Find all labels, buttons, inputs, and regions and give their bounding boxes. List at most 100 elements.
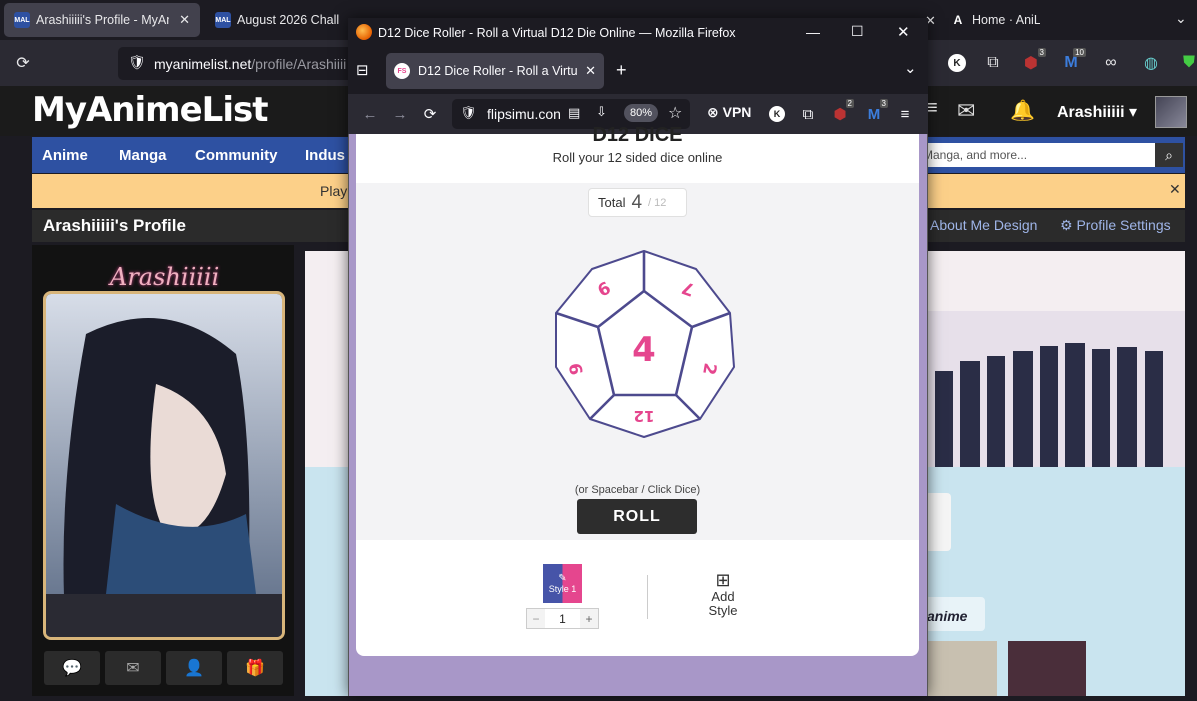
decrement-button[interactable]: −: [527, 609, 545, 628]
puzzle-extensions-icon[interactable]: ⧉: [796, 101, 820, 127]
total-label: Total: [598, 195, 626, 210]
shield-icon: 🛡: [460, 105, 477, 120]
total-display: Total 4 / 12: [588, 188, 687, 217]
close-tab-icon[interactable]: ✕: [179, 12, 190, 28]
dice-subtitle: Roll your 12 sided dice online: [552, 150, 723, 165]
ublock-icon[interactable]: ⬢ 2: [828, 99, 854, 127]
back-icon[interactable]: ←: [358, 101, 382, 127]
settings-label: Profile Settings: [1076, 217, 1171, 233]
firefox-titlebar: D12 Dice Roller - Roll a Virtual D12 Die…: [348, 18, 928, 48]
add-friend-icon[interactable]: 👤: [166, 651, 222, 685]
reload-icon[interactable]: ⟳: [418, 101, 442, 127]
tab-title: D12 Dice Roller - Roll a Virtual D: [418, 64, 578, 78]
heading-wrapper: D12 DICE: [356, 126, 919, 144]
shield-extension-icon[interactable]: ⛊: [1176, 50, 1197, 76]
die-face-center: 4: [632, 330, 656, 370]
close-icon[interactable]: ✕: [1169, 181, 1181, 198]
minimize-icon[interactable]: —: [806, 24, 820, 40]
style-label: Style 1: [548, 584, 577, 594]
user-menu[interactable]: Arashiiiii ▾: [1057, 102, 1137, 122]
shield-icon: 🛡: [128, 54, 146, 70]
add-style-button[interactable]: ⊞ Add Style: [700, 570, 746, 618]
banner-text: Play: [320, 183, 348, 199]
forward-icon[interactable]: →: [388, 101, 412, 127]
m-extension-icon[interactable]: M 10: [1058, 48, 1086, 76]
mail-icon[interactable]: ✉: [957, 98, 975, 124]
roll-button[interactable]: ROLL: [577, 499, 697, 534]
profile-name-art: Arashiiiii: [110, 263, 220, 291]
total-max: / 12: [648, 196, 667, 209]
add-style-label-2: Style: [708, 603, 738, 618]
popup-url-bar[interactable]: 🛡 flipsimu.con ▤ ⇩ 80% ☆: [452, 99, 690, 129]
die-face-bottom: 12: [634, 407, 655, 425]
quantity-stepper[interactable]: − 1 +: [526, 608, 599, 629]
search-icon[interactable]: ⌕: [1155, 143, 1183, 167]
tab-list-chevron-icon[interactable]: ⌄: [904, 59, 917, 77]
dice-heading: D12 DICE: [592, 126, 683, 144]
close-tab-icon[interactable]: ✕: [585, 63, 596, 79]
globe-extension-icon[interactable]: ◍: [1138, 50, 1164, 76]
tab-list-chevron-icon[interactable]: ⌄: [1175, 10, 1187, 27]
reader-view-icon[interactable]: ▤: [568, 105, 580, 121]
tab-title: August 2026 Chall: [237, 13, 340, 27]
url-text: flipsimu.con: [487, 106, 561, 122]
menu-item-community[interactable]: Community: [195, 147, 278, 164]
menu-item-industry[interactable]: Indus: [305, 147, 345, 164]
puzzle-extensions-icon[interactable]: ⧉: [980, 50, 1006, 76]
comment-icon[interactable]: 💬: [44, 651, 100, 685]
k-extension-icon[interactable]: K: [944, 50, 970, 76]
add-style-icon: ⊞: [715, 570, 731, 590]
vpn-button[interactable]: ⊗ VPN: [707, 104, 751, 121]
badge-count: 2: [845, 99, 854, 108]
gear-icon: ⚙: [1060, 217, 1073, 233]
mal-search-input[interactable]: Manga, and more...: [905, 143, 1155, 167]
reload-icon[interactable]: ⟳: [10, 50, 36, 76]
firefox-logo-icon: [356, 24, 372, 40]
close-window-icon[interactable]: ✕: [897, 23, 910, 41]
anime-tag: anime: [927, 608, 968, 624]
total-value: 4: [631, 191, 643, 213]
glasses-extension-icon[interactable]: ∞: [1098, 50, 1124, 76]
m-extension-icon[interactable]: M3: [862, 99, 888, 127]
mal-favicon-icon: MAL: [215, 12, 231, 28]
badge-count: 3: [1037, 48, 1046, 57]
vpn-status-icon: ⊗: [707, 104, 719, 120]
profile-avatar-image: [43, 291, 285, 640]
divider: [647, 575, 648, 619]
hamburger-menu-icon[interactable]: ≡: [893, 101, 917, 127]
mal-logo[interactable]: MyAnimeList: [32, 90, 268, 130]
username: Arashiiiii: [1057, 104, 1125, 121]
caret-down-icon: ▾: [1129, 104, 1138, 121]
vpn-label: VPN: [722, 104, 752, 120]
gift-icon[interactable]: 🎁: [227, 651, 283, 685]
tab-overview-icon[interactable]: ⊟: [356, 61, 369, 79]
menu-item-manga[interactable]: Manga: [119, 147, 167, 164]
maximize-icon[interactable]: ☐: [851, 23, 864, 40]
ublock-icon[interactable]: ⬢ 3: [1018, 48, 1046, 76]
tab-mal-profile[interactable]: MAL Arashiiiii's Profile - MyAnim ✕: [4, 3, 200, 37]
increment-button[interactable]: +: [580, 609, 598, 628]
menu-item-anime[interactable]: Anime: [42, 147, 88, 164]
add-style-label-1: Add: [711, 589, 735, 604]
new-tab-icon[interactable]: +: [616, 60, 627, 81]
tab-title: Home · AniList: [972, 13, 1040, 27]
bookmark-star-icon[interactable]: ☆: [668, 103, 682, 123]
message-icon[interactable]: ✉: [105, 651, 161, 685]
bell-icon[interactable]: 🔔: [1010, 98, 1035, 123]
anilist-favicon-icon: A: [950, 12, 966, 28]
style-1-swatch[interactable]: ✎ Style 1: [543, 564, 582, 603]
background-url-bar[interactable]: 🛡 myanimelist.net/profile/Arashiiii: [118, 47, 358, 80]
zoom-level[interactable]: 80%: [624, 104, 659, 122]
window-title: D12 Dice Roller - Roll a Virtual D12 Die…: [378, 26, 736, 40]
d12-die[interactable]: 4 6 7 9 2 12: [552, 249, 737, 439]
k-extension-icon[interactable]: K: [765, 101, 789, 127]
avatar[interactable]: [1155, 96, 1187, 128]
tab-d12-dice-roller[interactable]: FS D12 Dice Roller - Roll a Virtual D ✕: [386, 53, 604, 89]
about-me-design-link[interactable]: About Me Design: [930, 217, 1037, 233]
quantity-value[interactable]: 1: [545, 609, 580, 628]
tab-title: Arashiiiii's Profile - MyAnim: [36, 13, 169, 27]
save-page-icon[interactable]: ⇩: [596, 104, 607, 120]
profile-settings-link[interactable]: ⚙ Profile Settings: [1060, 217, 1171, 234]
tab-anilist[interactable]: A Home · AniList: [940, 3, 1040, 37]
tab-august-challenge[interactable]: MAL August 2026 Chall: [205, 3, 355, 37]
